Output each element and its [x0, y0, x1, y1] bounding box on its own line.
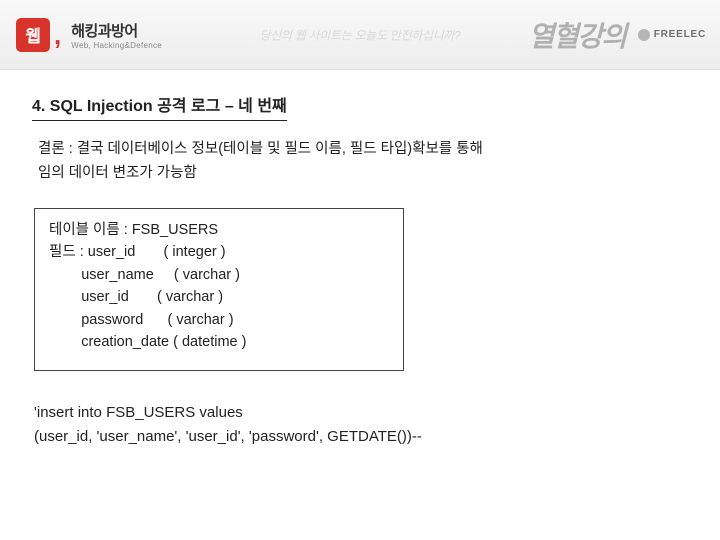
freelec-text: FREELEC [654, 29, 706, 40]
conclusion-line-1: 결론 : 결국 데이터베이스 정보(테이블 및 필드 이름, 필드 타입)확보를… [38, 141, 483, 157]
schema-field-row: 필드 : user_id ( integer ) [49, 241, 389, 263]
sql-line-1: 'insert into FSB_USERS values [34, 404, 243, 421]
logo-box: 웹 [16, 18, 50, 52]
schema-table-label: 테이블 이름 : [49, 222, 132, 238]
section-title: 4. SQL Injection 공격 로그 – 네 번째 [32, 92, 287, 121]
schema-table-row: 테이블 이름 : FSB_USERS [49, 219, 389, 241]
logo-box-text: 웹 [25, 22, 40, 47]
sql-line-2: (user_id, 'user_name', 'user_id', 'passw… [34, 428, 422, 445]
logo-comma: , [54, 22, 61, 48]
schema-field-row: password ( varchar ) [49, 309, 389, 331]
schema-field-row: user_name ( varchar ) [49, 264, 389, 286]
logo-text-main: 해킹과방어 [71, 20, 162, 41]
brand-group-right: 열혈강의 FREELEC [529, 15, 706, 55]
schema-fields: 필드 : user_id ( integer ) user_name ( var… [49, 241, 389, 353]
calligraphy-text: 열혈강의 [529, 15, 626, 55]
schema-field-row: user_id ( varchar ) [49, 286, 389, 308]
schema-field-row: creation_date ( datetime ) [49, 331, 389, 353]
header-band: 웹 , 해킹과방어 Web, Hacking&Defence 당신의 웹 사이트… [0, 0, 720, 70]
lecture-body: 4. SQL Injection 공격 로그 – 네 번째 결론 : 결국 데이… [0, 70, 720, 449]
conclusion-text: 결론 : 결국 데이터베이스 정보(테이블 및 필드 이름, 필드 타입)확보를… [38, 138, 682, 186]
freelec-dot-icon [638, 29, 650, 41]
sql-snippet: 'insert into FSB_USERS values (user_id, … [34, 401, 688, 449]
conclusion-line-2: 임의 데이터 변조가 가능함 [38, 165, 197, 181]
logo-text-stack: 해킹과방어 Web, Hacking&Defence [71, 20, 162, 50]
schema-box: 테이블 이름 : FSB_USERS 필드 : user_id ( intege… [34, 208, 404, 371]
freelec-badge: FREELEC [638, 29, 706, 41]
logo-text-sub: Web, Hacking&Defence [71, 41, 162, 50]
schema-table-name: FSB_USERS [132, 222, 218, 238]
header-tagline: 당신의 웹 사이트는 오늘도 안전하십니까? [259, 26, 460, 43]
logo-group: 웹 , 해킹과방어 Web, Hacking&Defence [16, 18, 162, 52]
